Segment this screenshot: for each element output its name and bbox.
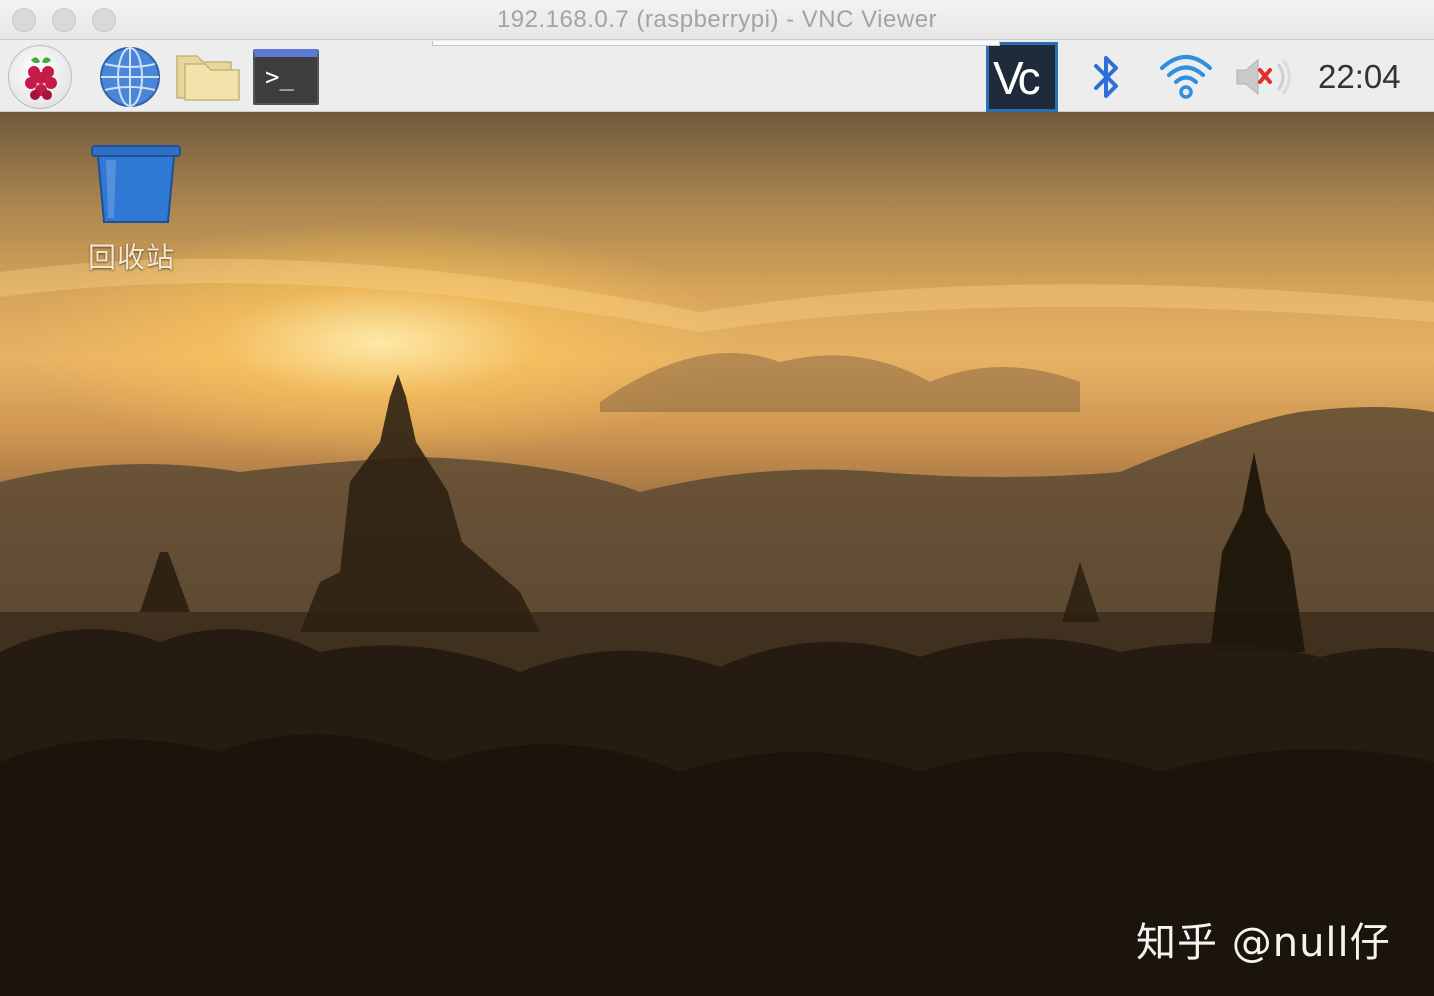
bluetooth-icon bbox=[1094, 56, 1118, 98]
web-browser-button[interactable] bbox=[99, 46, 161, 108]
globe-icon bbox=[100, 47, 160, 107]
wifi-icon bbox=[1160, 55, 1212, 99]
file-manager-button[interactable] bbox=[175, 50, 241, 102]
terminal-icon: >_ bbox=[265, 63, 294, 91]
vnc-icon: Vc bbox=[993, 52, 1041, 104]
trash-label: 回收站 bbox=[88, 241, 176, 274]
folder-icon bbox=[176, 55, 240, 101]
window-title: 192.168.0.7 (raspberrypi) - VNC Viewer bbox=[496, 6, 938, 33]
trash-desktop-icon[interactable] bbox=[90, 142, 182, 226]
trash-icon bbox=[91, 145, 181, 223]
vnc-viewer-window: 192.168.0.7 (raspberrypi) - VNC Viewer >… bbox=[0, 0, 1434, 996]
bluetooth-tray-button[interactable] bbox=[1088, 52, 1126, 102]
taskbar-panel: >_ Vc 22:04 bbox=[0, 40, 1434, 112]
raspberry-menu-button[interactable] bbox=[8, 45, 72, 109]
wifi-tray-button[interactable] bbox=[1158, 52, 1214, 100]
watermark: 知乎 @null仔 bbox=[1136, 920, 1391, 966]
terminal-button[interactable]: >_ bbox=[253, 49, 319, 105]
clock[interactable]: 22:04 bbox=[1318, 58, 1401, 96]
volume-tray-button[interactable] bbox=[1234, 56, 1292, 98]
wallpaper-image bbox=[0, 258, 1434, 996]
vnc-toolbar-handle[interactable] bbox=[432, 41, 1000, 46]
desktop[interactable]: 回收站 知乎 @null仔 bbox=[0, 112, 1434, 996]
raspberry-icon bbox=[25, 57, 57, 100]
vnc-server-tray-button[interactable]: Vc bbox=[986, 42, 1058, 112]
title-bar[interactable]: 192.168.0.7 (raspberrypi) - VNC Viewer bbox=[0, 0, 1434, 40]
volume-muted-icon bbox=[1236, 58, 1291, 96]
